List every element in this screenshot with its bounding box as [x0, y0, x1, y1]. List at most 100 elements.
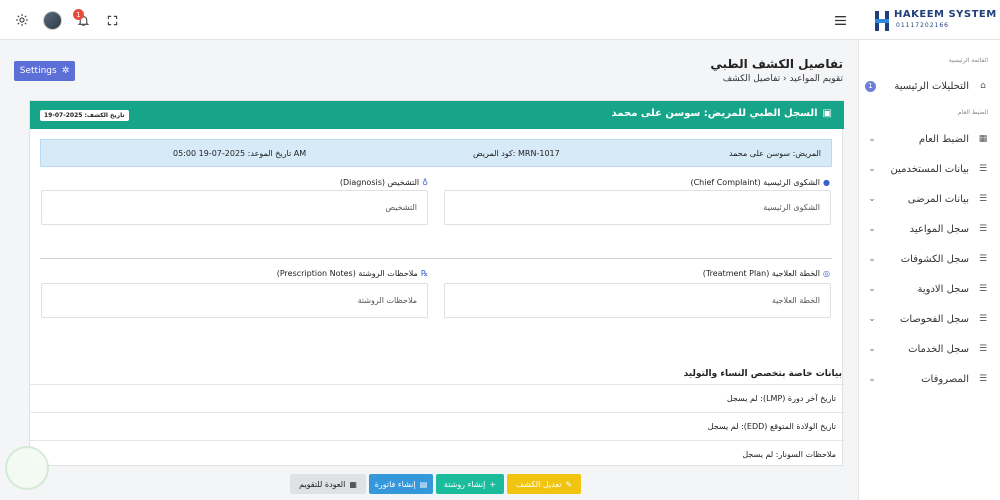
treatment-plan-value: الخطة العلاجية	[771, 296, 820, 305]
edd-row: تاريخ الولادة المتوقع (EDD): لم يسجل	[707, 422, 836, 431]
top-bar: 1 HAKEEM SYSTEM 01117202166	[0, 0, 1000, 40]
chevron-down-icon: ⌄	[868, 314, 876, 324]
sidebar-item-tests[interactable]: ☰ سجل الفحوصات ⌄	[859, 304, 1000, 334]
chevron-down-icon: ⌄	[868, 284, 876, 294]
chief-complaint-label-text: الشكوى الرئيسية (Chief Complaint)	[690, 178, 821, 187]
list-icon: ☰	[978, 344, 988, 354]
diagnosis-label: ♁ التشخيص (Diagnosis)	[340, 178, 428, 187]
sidebar: القائمة الرئيسية ⌂ التحليلات الرئيسية 1 …	[858, 40, 1000, 500]
prescription-notes-value: ملاحظات الروشتة	[357, 296, 417, 305]
chief-complaint-label: ● الشكوى الرئيسية (Chief Complaint)	[690, 178, 830, 187]
chevron-down-icon: ⌄	[868, 254, 876, 264]
fullscreen-icon[interactable]	[104, 12, 120, 28]
sidebar-item-label: الضبط العام	[918, 133, 969, 145]
back-button-label: العودة للتقويم	[299, 479, 346, 489]
gear-icon: ✲	[61, 66, 70, 76]
logo-mark-icon	[875, 11, 889, 31]
edit-icon: ✎	[565, 479, 573, 489]
sidebar-item-general-settings[interactable]: ▦ الضبط العام ⌄	[859, 124, 1000, 154]
logo-title: HAKEEM SYSTEM	[894, 9, 997, 20]
watermark-seal-icon	[5, 446, 49, 490]
edit-button-label: تعديل الكشف	[515, 479, 562, 489]
menu-toggle-icon[interactable]	[832, 12, 848, 28]
sidebar-item-dashboard[interactable]: ⌂ التحليلات الرئيسية 1	[859, 71, 1000, 101]
page-title: تفاصيل الكشف الطبي	[710, 57, 843, 71]
settings-grid-icon: ▦	[978, 134, 988, 144]
logo[interactable]: HAKEEM SYSTEM 01117202166	[874, 9, 996, 35]
clipboard-icon: ▣	[822, 108, 832, 119]
list-icon: ☰	[978, 284, 988, 294]
sonar-notes-row: ملاحظات السونار: لم يسجل	[742, 450, 836, 459]
list-item: تاريخ الولادة المتوقع (EDD): لم يسجل	[30, 412, 844, 440]
create-prescription-label: إنشاء روشتة	[443, 479, 486, 489]
patient-name: المريض: سوسن على محمد	[728, 149, 821, 158]
sidebar-item-users[interactable]: ☰ بيانات المستخدمين ⌄	[859, 154, 1000, 184]
breadcrumb: تقويم المواعيد ‹ تفاصيل الكشف	[600, 74, 843, 84]
sidebar-section-main: القائمة الرئيسية	[948, 57, 988, 64]
prescription-notes-label-text: ملاحظات الروشتة (Prescription Notes)	[276, 269, 418, 278]
sidebar-item-label: سجل الخدمات	[908, 343, 969, 355]
visit-date-badge: تاريخ الكشف: 2025-07-19	[40, 110, 129, 121]
sidebar-badge: 1	[865, 80, 876, 92]
plus-icon: +	[489, 479, 497, 489]
lmp-row: تاريخ آخر دورة (LMP): لم يسجل	[726, 394, 836, 403]
card-header: ▣ السجل الطبي للمريض: سوسن على محمد تاري…	[30, 101, 844, 129]
file-icon: ▤	[419, 479, 428, 489]
list-item: ملاحظات السونار: لم يسجل	[30, 440, 844, 468]
list-icon: ☰	[978, 224, 988, 234]
sidebar-item-patients[interactable]: ☰ بيانات المرضى ⌄	[859, 184, 1000, 214]
settings-button[interactable]: Settings ✲	[14, 61, 75, 81]
medical-record-card: ▣ السجل الطبي للمريض: سوسن على محمد تاري…	[29, 100, 844, 468]
edit-visit-button[interactable]: تعديل الكشف ✎	[507, 474, 581, 494]
chevron-down-icon: ⌄	[868, 374, 876, 384]
create-invoice-button[interactable]: إنشاء فاتورة ▤	[369, 474, 433, 494]
patient-info-bar: المريض: سوسن على محمد كود المريض: MRN-10…	[40, 139, 832, 167]
sidebar-item-appointments[interactable]: ☰ سجل المواعيد ⌄	[859, 214, 1000, 244]
avatar[interactable]	[43, 11, 62, 30]
sidebar-item-medicines[interactable]: ☰ سجل الادوية ⌄	[859, 274, 1000, 304]
diagnosis-value: التشخيص	[385, 203, 417, 212]
gyn-section-title: بيانات خاصة بتخصص النساء والتوليد	[683, 369, 842, 379]
sidebar-item-label: بيانات المستخدمين	[890, 163, 969, 175]
notification-badge: 1	[73, 9, 84, 20]
breadcrumb-parent[interactable]: تقويم المواعيد	[790, 74, 843, 84]
sidebar-item-services[interactable]: ☰ سجل الخدمات ⌄	[859, 334, 1000, 364]
chevron-down-icon: ⌄	[868, 194, 876, 204]
pills-icon: ◎	[823, 269, 830, 278]
settings-button-label: Settings	[19, 66, 57, 76]
comment-icon: ●	[823, 178, 830, 187]
calendar-icon: ▦	[349, 479, 357, 489]
prescription-notes-field[interactable]: ملاحظات الروشتة	[41, 283, 428, 318]
sidebar-item-label: التحليلات الرئيسية	[894, 80, 969, 92]
treatment-plan-field[interactable]: الخطة العلاجية	[444, 283, 831, 318]
diagnosis-field[interactable]: التشخيص	[41, 190, 428, 225]
list-icon: ☰	[978, 194, 988, 204]
breadcrumb-current: تفاصيل الكشف	[722, 74, 781, 84]
list-icon: ☰	[978, 254, 988, 264]
chevron-down-icon: ⌄	[868, 224, 876, 234]
create-prescription-button[interactable]: إنشاء روشتة +	[436, 474, 504, 494]
diagnosis-label-text: التشخيص (Diagnosis)	[339, 178, 420, 187]
back-to-calendar-button[interactable]: العودة للتقويم ▦	[290, 474, 366, 494]
logo-subtitle: 01117202166	[896, 22, 949, 29]
sidebar-item-label: بيانات المرضى	[907, 193, 969, 205]
sidebar-item-label: سجل المواعيد	[909, 223, 969, 235]
patient-code: كود المريض: MRN-1017	[473, 149, 560, 158]
sidebar-item-label: المصروفات	[921, 373, 969, 385]
section-divider	[40, 258, 832, 259]
stethoscope-icon: ♁	[422, 178, 428, 187]
sidebar-item-label: سجل الادوية	[917, 283, 970, 295]
prescription-icon: ℞	[420, 269, 428, 278]
list-icon: ☰	[978, 374, 988, 384]
treatment-plan-label-text: الخطة العلاجية (Treatment Plan)	[702, 269, 821, 278]
chief-complaint-field[interactable]: الشكوى الرئيسية	[444, 190, 831, 225]
list-icon: ☰	[978, 164, 988, 174]
home-icon: ⌂	[980, 81, 986, 91]
card-title: ▣ السجل الطبي للمريض: سوسن على محمد	[612, 108, 832, 119]
prescription-notes-label: ℞ ملاحظات الروشتة (Prescription Notes)	[277, 269, 428, 278]
sidebar-item-visits[interactable]: ☰ سجل الكشوفات ⌄	[859, 244, 1000, 274]
chevron-down-icon: ⌄	[868, 344, 876, 354]
sidebar-item-expenses[interactable]: ☰ المصروفات ⌄	[859, 364, 1000, 394]
card-title-text: السجل الطبي للمريض: سوسن على محمد	[611, 108, 818, 119]
gear-icon[interactable]	[14, 12, 30, 28]
